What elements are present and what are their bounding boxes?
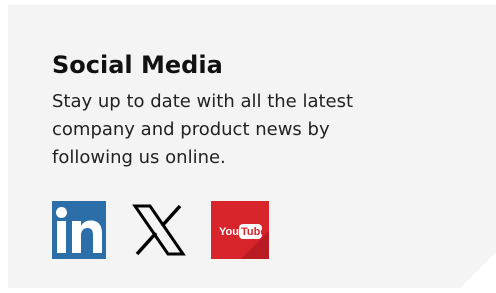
social-media-card: Social Media Stay up to date with all th… xyxy=(8,5,496,288)
x-link[interactable] xyxy=(131,201,187,259)
linkedin-icon xyxy=(52,201,106,259)
x-icon xyxy=(132,204,186,256)
section-description: Stay up to date with all the latest comp… xyxy=(52,91,354,168)
youtube-icon: You Tube xyxy=(211,201,269,259)
section-title: Social Media xyxy=(52,51,223,79)
youtube-link[interactable]: You Tube xyxy=(211,201,269,259)
linkedin-link[interactable] xyxy=(52,201,106,259)
svg-text:Tube: Tube xyxy=(241,226,266,238)
svg-text:You: You xyxy=(219,226,239,238)
